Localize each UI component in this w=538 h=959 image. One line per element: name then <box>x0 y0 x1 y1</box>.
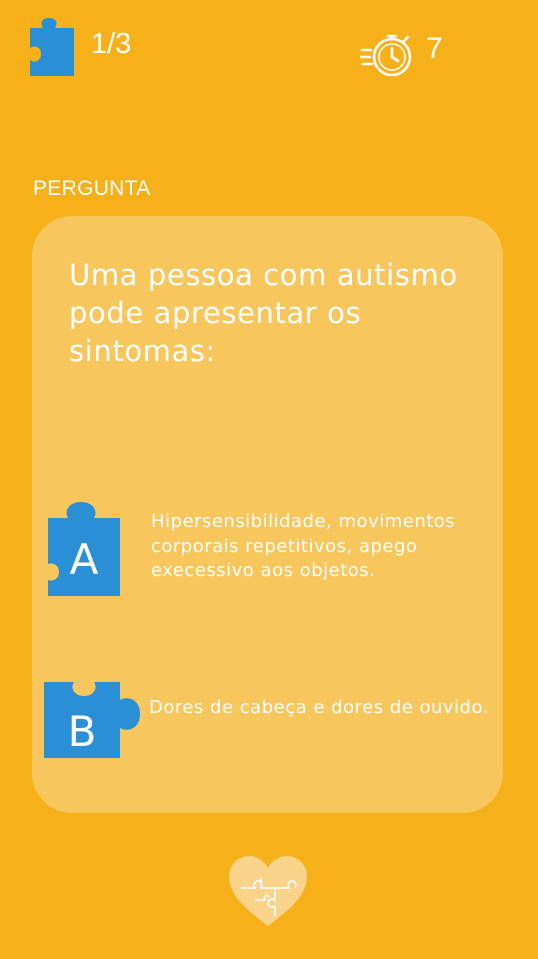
timer-counter: 7 <box>426 32 443 65</box>
top-bar: 1/3 7 <box>0 0 538 90</box>
puzzle-b-icon: B <box>44 682 140 758</box>
progress-counter: 1/3 <box>91 28 132 60</box>
answer-option-b[interactable]: B Dores de cabeça e dores de ouvido. <box>32 680 503 760</box>
answer-b-text: Dores de cabeça e dores de ouvido. <box>149 697 489 718</box>
answer-a-letter: A <box>70 535 99 584</box>
puzzle-a-icon: A <box>48 502 120 596</box>
puzzle-heart-icon <box>229 856 307 926</box>
answer-a-text: Hipersensibilidade, movimentos corporais… <box>151 511 456 581</box>
answer-option-a[interactable]: A Hipersensibilidade, movimentos corpora… <box>32 498 503 598</box>
answer-b-letter: B <box>68 707 97 756</box>
question-text: Uma pessoa com autismo pode apresentar o… <box>69 258 458 368</box>
stopwatch-icon <box>360 34 412 77</box>
puzzle-piece-icon <box>30 18 74 76</box>
question-card: Uma pessoa com autismo pode apresentar o… <box>32 216 503 813</box>
section-label: PERGUNTA <box>33 177 151 200</box>
